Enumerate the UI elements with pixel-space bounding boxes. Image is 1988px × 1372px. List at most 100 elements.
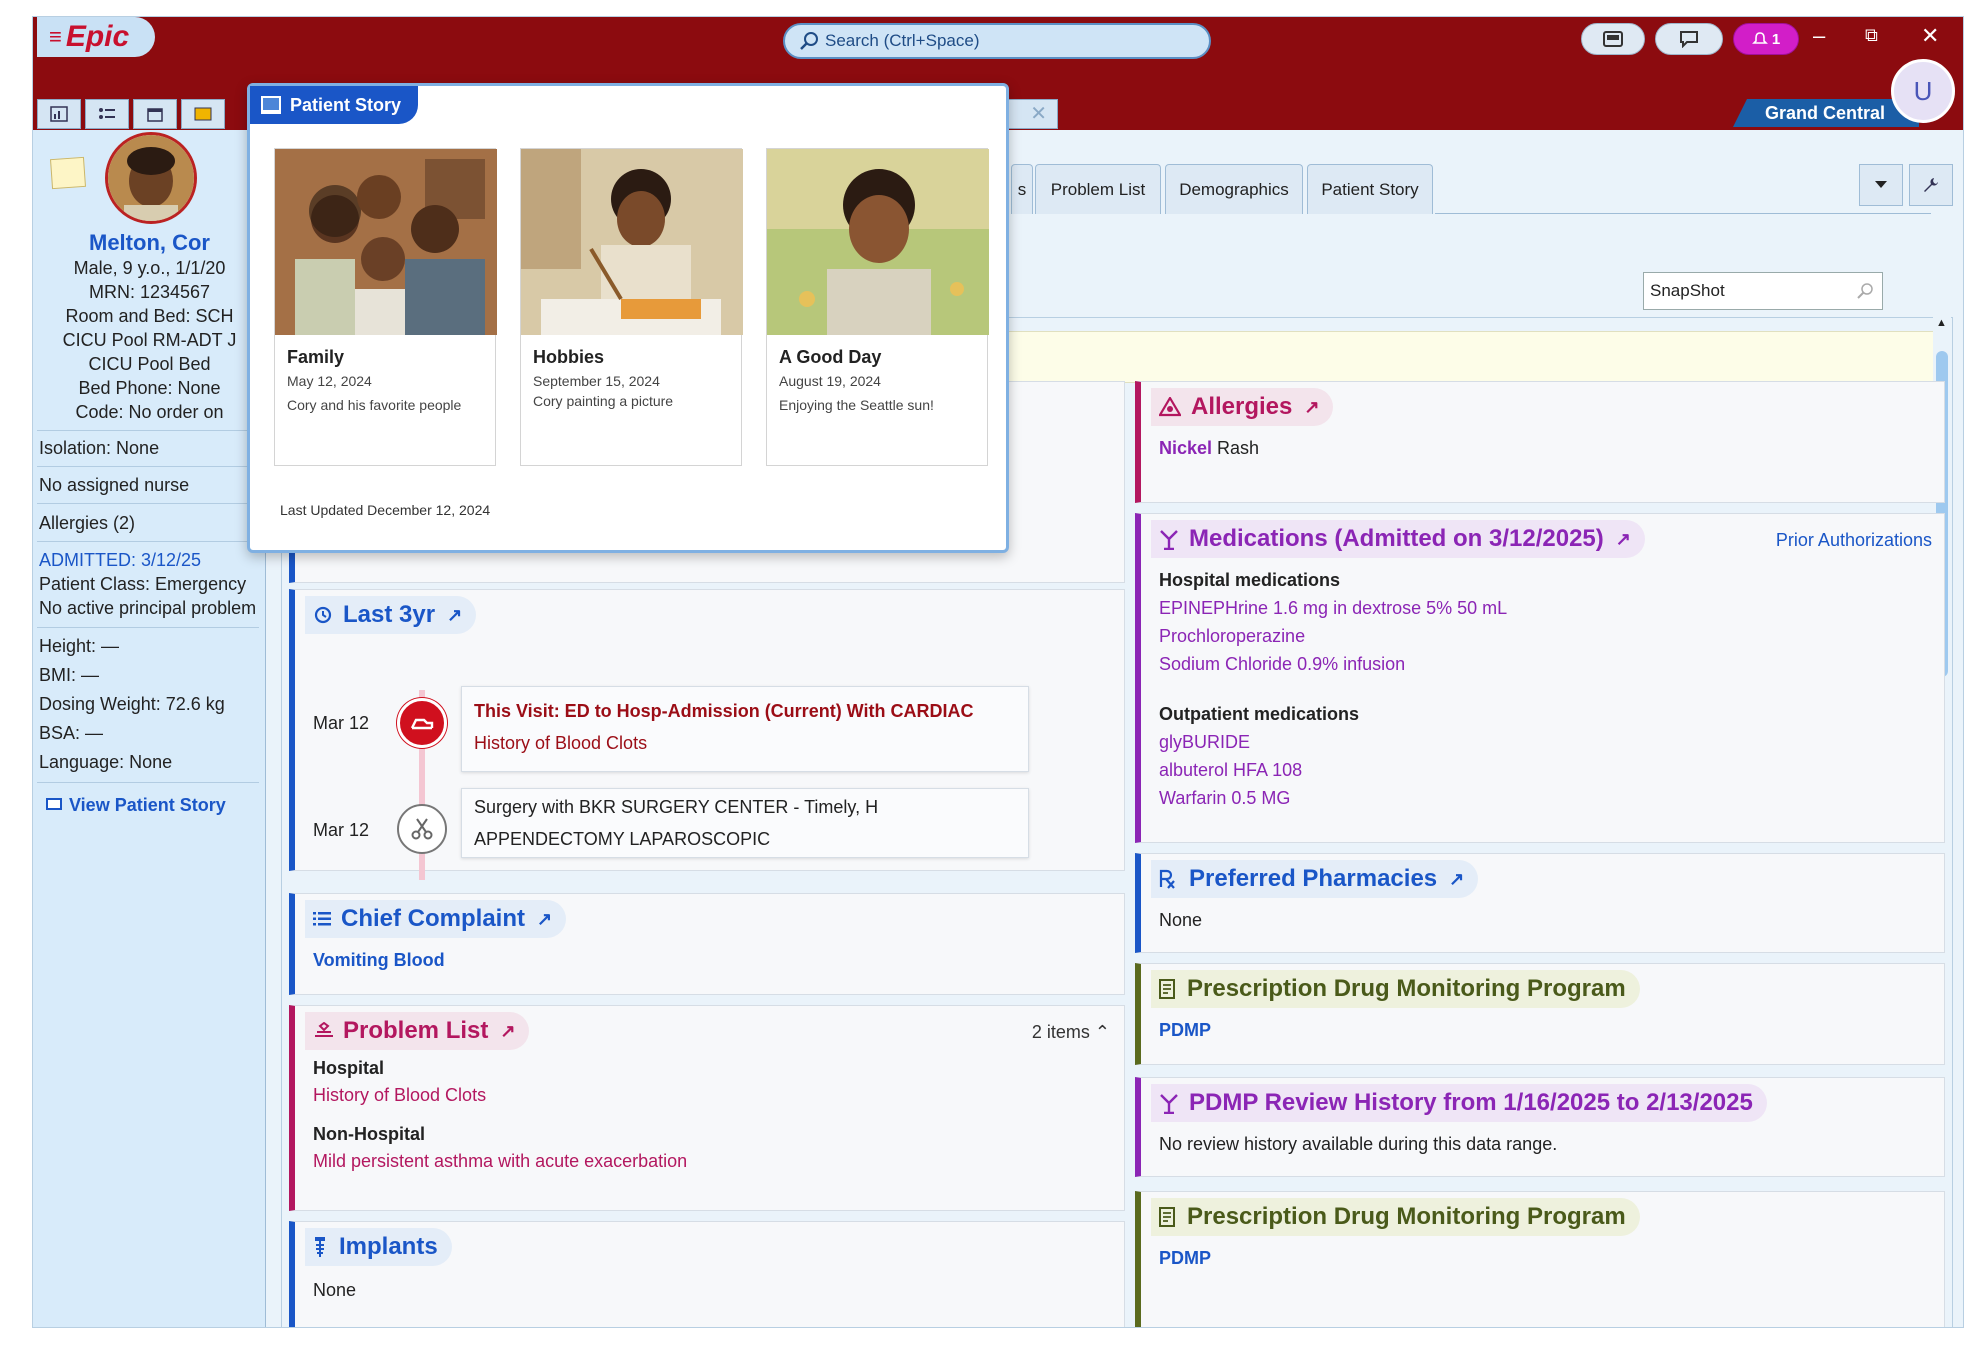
story-card-title: Hobbies bbox=[533, 347, 605, 367]
epic-menu-button[interactable]: ≡ Epic bbox=[37, 17, 155, 57]
medication-item[interactable]: EPINEPHrine 1.6 mg in dextrose 5% 50 mL bbox=[1159, 598, 1507, 619]
chat-icon bbox=[1680, 31, 1698, 48]
pharmacies-header[interactable]: Preferred Pharmacies ↗ bbox=[1151, 860, 1479, 898]
patient-sidebar: Melton, Cor Male, 9 y.o., 1/1/20 MRN: 12… bbox=[33, 130, 266, 1327]
expand-arrow-icon[interactable]: ↗ bbox=[1616, 529, 1631, 550]
medication-item[interactable]: Sodium Chloride 0.9% infusion bbox=[1159, 654, 1405, 675]
story-card-family[interactable]: Family May 12, 2024 Cory and his favorit… bbox=[274, 148, 497, 466]
patient-story-popup: Patient Story Family May 12, 2024 Cory a… bbox=[247, 83, 1009, 553]
assigned-nurse: No assigned nurse bbox=[39, 475, 190, 495]
event-card[interactable]: This Visit: ED to Hosp-Admission (Curren… bbox=[461, 686, 1029, 772]
implant-icon bbox=[315, 1237, 325, 1257]
medication-item[interactable]: glyBURIDE bbox=[1159, 732, 1250, 753]
last-3yr-header[interactable]: Last 3yr ↗ bbox=[305, 596, 477, 634]
problem-item[interactable]: Mild persistent asthma with acute exacer… bbox=[313, 1151, 687, 1172]
problem-list-header[interactable]: Problem List ↗ bbox=[305, 1012, 530, 1050]
view-patient-story-link[interactable]: View Patient Story bbox=[45, 795, 226, 816]
language-value: Language: None bbox=[39, 752, 173, 772]
sticky-note-icon[interactable] bbox=[49, 156, 87, 190]
implants-header[interactable]: Implants bbox=[305, 1228, 452, 1266]
expand-arrow-icon[interactable]: ↗ bbox=[537, 909, 552, 930]
chat-button[interactable] bbox=[1655, 23, 1723, 55]
reaction: Rash bbox=[1212, 438, 1260, 458]
pdmp-card: Prescription Drug Monitoring Program PDM… bbox=[1135, 963, 1945, 1065]
event-card[interactable]: Surgery with BKR SURGERY CENTER - Timely… bbox=[461, 788, 1029, 858]
expand-arrow-icon[interactable]: ↗ bbox=[447, 605, 462, 626]
pharmacies-value: None bbox=[1159, 910, 1203, 930]
calendar-icon[interactable] bbox=[133, 99, 177, 129]
implants-title: Implants bbox=[339, 1233, 438, 1260]
settings-button[interactable] bbox=[1909, 164, 1953, 206]
tab-problem-list[interactable]: Problem List bbox=[1035, 164, 1161, 214]
patient-story-title: Patient Story bbox=[290, 94, 402, 115]
rx-icon bbox=[1159, 869, 1175, 889]
story-card-date: August 19, 2024 bbox=[779, 373, 881, 389]
pdmp-link[interactable]: PDMP bbox=[1159, 1248, 1211, 1269]
principal-problem: No active principal problem bbox=[39, 598, 257, 618]
divider bbox=[37, 541, 259, 542]
pdmp-review-title: PDMP Review History from 1/16/2025 to 2/… bbox=[1189, 1089, 1753, 1116]
pdmp-card: Prescription Drug Monitoring Program PDM… bbox=[1135, 1191, 1945, 1327]
patient-mrn: MRN: 1234567 bbox=[88, 282, 211, 302]
tab-patient-story[interactable]: Patient Story bbox=[1307, 164, 1433, 214]
admitted-date[interactable]: ADMITTED: 3/12/25 bbox=[39, 550, 201, 571]
collapse-icon: ⌃ bbox=[1094, 1022, 1110, 1042]
medication-item[interactable]: Warfarin 0.5 MG bbox=[1159, 788, 1290, 809]
close-icon[interactable]: ✕ bbox=[1921, 23, 1939, 49]
problem-count[interactable]: 2 items ⌃ bbox=[1032, 1022, 1110, 1043]
tab-rule bbox=[1435, 213, 1931, 214]
inbox-button[interactable] bbox=[1581, 23, 1645, 55]
expand-arrow-icon[interactable]: ↗ bbox=[1449, 869, 1464, 890]
story-card-hobbies[interactable]: Hobbies September 15, 2024 Cory painting… bbox=[520, 148, 743, 466]
isolation-status: Isolation: None bbox=[39, 438, 160, 458]
chart-icon[interactable] bbox=[37, 99, 81, 129]
chief-complaint-header[interactable]: Chief Complaint ↗ bbox=[305, 900, 567, 938]
medications-header[interactable]: Medications (Admitted on 3/12/2025) ↗ bbox=[1151, 520, 1645, 558]
allergy-icon bbox=[1159, 397, 1181, 417]
tab-partial[interactable]: s bbox=[1011, 164, 1033, 214]
event-title: Surgery with BKR SURGERY CENTER - Timely… bbox=[474, 797, 879, 817]
prior-authorizations-link[interactable]: Prior Authorizations bbox=[1776, 530, 1932, 551]
pdmp-header[interactable]: Prescription Drug Monitoring Program bbox=[1151, 1198, 1640, 1236]
allergy-item[interactable]: Nickel Rash bbox=[1159, 438, 1259, 459]
restore-icon[interactable]: ⧉ bbox=[1865, 25, 1878, 46]
implants-value: None bbox=[313, 1280, 357, 1300]
expand-arrow-icon[interactable]: ↗ bbox=[500, 1021, 515, 1042]
allergies-header[interactable]: Allergies ↗ bbox=[1151, 388, 1334, 426]
user-avatar[interactable]: U bbox=[1891, 59, 1955, 123]
tab-demographics[interactable]: Demographics bbox=[1165, 164, 1303, 214]
pdmp-header[interactable]: Prescription Drug Monitoring Program bbox=[1151, 970, 1640, 1008]
expand-arrow-icon[interactable]: ↗ bbox=[1304, 397, 1319, 418]
medication-item[interactable]: albuterol HFA 108 bbox=[1159, 760, 1302, 781]
story-card-good-day[interactable]: A Good Day August 19, 2024 Enjoying the … bbox=[766, 148, 989, 466]
global-search[interactable]: Search (Ctrl+Space) bbox=[783, 23, 1211, 59]
pharmacies-title: Preferred Pharmacies bbox=[1189, 865, 1438, 892]
medications-card: Medications (Admitted on 3/12/2025) ↗ Pr… bbox=[1135, 513, 1945, 843]
pdmp-link[interactable]: PDMP bbox=[1159, 1020, 1211, 1041]
history-icon bbox=[314, 606, 332, 624]
list-icon[interactable] bbox=[85, 99, 129, 129]
snapshot-search-input[interactable]: SnapShot bbox=[1643, 272, 1883, 310]
pdmp-title: Prescription Drug Monitoring Program bbox=[1187, 975, 1626, 1002]
tab-dropdown-button[interactable] bbox=[1859, 164, 1903, 206]
divider bbox=[37, 627, 259, 628]
medication-item[interactable]: Prochloroperazine bbox=[1159, 626, 1305, 647]
notification-button[interactable]: 1 bbox=[1733, 23, 1799, 55]
problem-item[interactable]: History of Blood Clots bbox=[313, 1085, 486, 1106]
patient-name[interactable]: Melton, Cor bbox=[33, 230, 266, 256]
minimize-icon[interactable]: – bbox=[1813, 23, 1825, 49]
patient-photo[interactable] bbox=[105, 132, 197, 224]
pdmp-review-header[interactable]: PDMP Review History from 1/16/2025 to 2/… bbox=[1151, 1084, 1767, 1122]
card-icon[interactable] bbox=[181, 99, 225, 129]
sidebar-allergies[interactable]: Allergies (2) bbox=[39, 513, 135, 534]
search-icon bbox=[1857, 283, 1873, 299]
story-card-title: A Good Day bbox=[779, 347, 882, 367]
outpatient-meds-label: Outpatient medications bbox=[1159, 704, 1360, 724]
menu-icon: ≡ bbox=[49, 24, 62, 49]
story-card-date: May 12, 2024 bbox=[287, 373, 372, 389]
allergen: Nickel bbox=[1159, 438, 1213, 458]
code-status: Code: No order on bbox=[75, 402, 224, 422]
notification-count: 1 bbox=[1771, 30, 1781, 48]
scroll-up-icon[interactable]: ▲ bbox=[1936, 317, 1947, 329]
allergies-card: Allergies ↗ Nickel Rash bbox=[1135, 381, 1945, 503]
